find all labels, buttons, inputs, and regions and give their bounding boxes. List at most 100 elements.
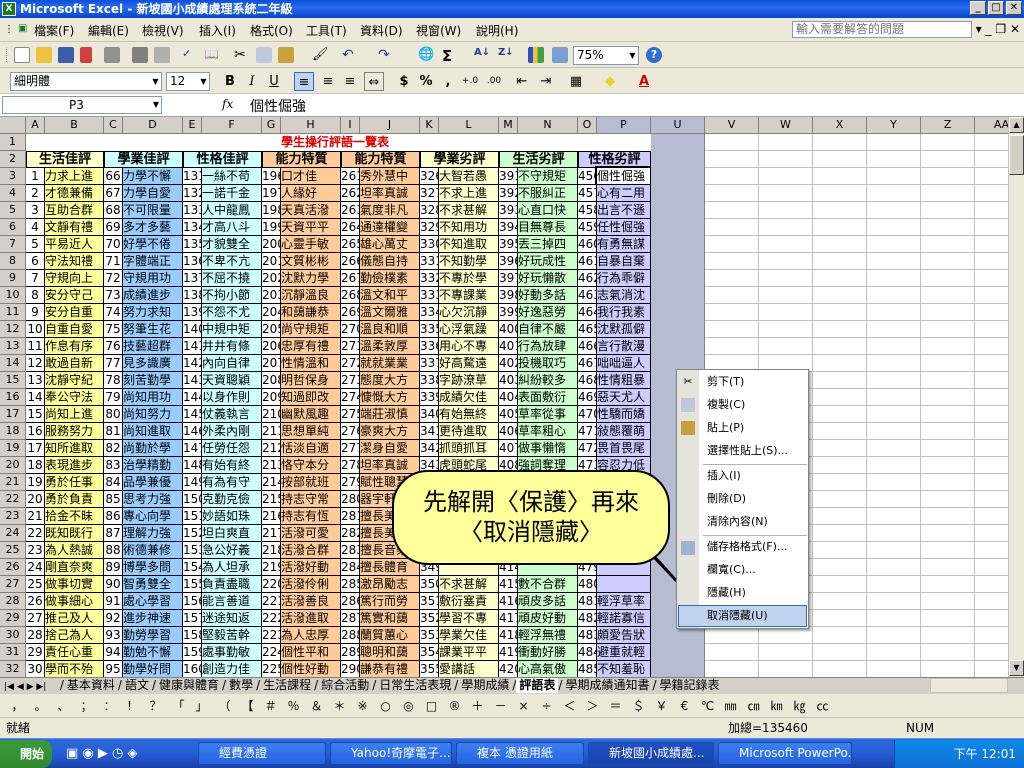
cell-number[interactable]: 82 bbox=[104, 440, 123, 457]
cell-number[interactable]: 148 bbox=[183, 457, 202, 474]
cell-number[interactable]: 216 bbox=[262, 508, 281, 525]
cell-number[interactable]: 471 bbox=[578, 423, 597, 440]
cell-number[interactable]: 202 bbox=[262, 270, 281, 287]
column-header[interactable]: M bbox=[499, 117, 518, 134]
cell-comment[interactable]: 人緣好 bbox=[281, 185, 341, 202]
symbol-button[interactable]: ＋ bbox=[466, 694, 489, 717]
cell-comment[interactable]: 有為有守 bbox=[202, 474, 262, 491]
column-header[interactable]: G bbox=[262, 117, 281, 134]
symbol-button[interactable]: ￥ bbox=[650, 694, 673, 717]
cell-number[interactable]: 273 bbox=[341, 372, 360, 389]
cell-comment[interactable]: 有勇無謀 bbox=[597, 236, 651, 253]
cell-comment[interactable]: 用心不專 bbox=[439, 338, 499, 355]
align-center-icon[interactable]: ≡ bbox=[318, 72, 338, 91]
cell-number[interactable]: 92 bbox=[104, 610, 123, 627]
cell-comment[interactable]: 以身作則 bbox=[202, 389, 262, 406]
cell-number[interactable]: 416 bbox=[499, 593, 518, 610]
comma-button[interactable]: , bbox=[438, 72, 458, 91]
cell-comment[interactable]: 性情溫和 bbox=[281, 355, 341, 372]
empty-column[interactable] bbox=[975, 134, 1010, 677]
cell-number[interactable]: 461 bbox=[578, 253, 597, 270]
symbol-button[interactable]: × bbox=[512, 694, 535, 717]
cell-comment[interactable]: 頗愛告狀 bbox=[597, 627, 651, 644]
cell-number[interactable]: 75 bbox=[104, 321, 123, 338]
cell-number[interactable]: 17 bbox=[26, 440, 45, 457]
row-header[interactable]: 3 bbox=[0, 168, 26, 185]
cell-number[interactable]: 263 bbox=[341, 202, 360, 219]
column-header[interactable]: U bbox=[651, 117, 705, 134]
cell-comment[interactable]: 坦白爽直 bbox=[202, 525, 262, 542]
cell-comment[interactable]: 性驕而嬌 bbox=[597, 406, 651, 423]
cell-number[interactable]: 353 bbox=[420, 627, 439, 644]
email-icon[interactable] bbox=[104, 47, 120, 63]
row-header[interactable]: 1 bbox=[0, 134, 26, 151]
cell-number[interactable]: 214 bbox=[262, 474, 281, 491]
quick-launch-icons[interactable]: ▣ ◉ ▶ ◷ ◈ bbox=[66, 746, 138, 761]
cell-comment[interactable]: 平易近人 bbox=[45, 236, 104, 253]
cell-number[interactable]: 9 bbox=[26, 304, 45, 321]
cell-number[interactable]: 465 bbox=[578, 321, 597, 338]
cell-number[interactable]: 93 bbox=[104, 627, 123, 644]
cell-comment[interactable]: 篤實和藹 bbox=[360, 610, 420, 627]
sheet-tab[interactable]: 健康與體育 bbox=[156, 678, 222, 693]
cell-comment[interactable]: 內向自律 bbox=[202, 355, 262, 372]
bold-button[interactable]: B bbox=[220, 72, 240, 91]
cell-comment[interactable]: 溫文和平 bbox=[360, 287, 420, 304]
cell-comment[interactable]: 行為放肆 bbox=[518, 338, 578, 355]
cell-number[interactable]: 279 bbox=[341, 474, 360, 491]
sheet-tab[interactable]: 學籍記錄表 bbox=[657, 678, 723, 693]
cell-comment[interactable]: 克勤克儉 bbox=[202, 491, 262, 508]
redo-icon[interactable]: ↷ bbox=[378, 47, 394, 63]
cell-number[interactable]: 274 bbox=[341, 389, 360, 406]
cell-number[interactable]: 335 bbox=[420, 321, 439, 338]
cell-number[interactable]: 139 bbox=[183, 304, 202, 321]
cell-number[interactable]: 396 bbox=[499, 253, 518, 270]
cell-comment[interactable]: 忠厚有禮 bbox=[281, 338, 341, 355]
cell-comment[interactable]: 力學不懈 bbox=[123, 168, 183, 185]
cell-number[interactable]: 460 bbox=[578, 236, 597, 253]
empty-column[interactable] bbox=[813, 134, 867, 677]
cell-number[interactable]: 275 bbox=[341, 406, 360, 423]
sheet-tab[interactable]: 日常生活表現 bbox=[376, 678, 454, 693]
cell-comment[interactable]: 活潑進取 bbox=[281, 610, 341, 627]
cell-comment[interactable]: 文靜有禮 bbox=[45, 219, 104, 236]
maximize-button[interactable]: □ bbox=[988, 1, 1004, 15]
cell-comment[interactable]: 天資平平 bbox=[281, 219, 341, 236]
spreadsheet-grid[interactable]: 學生操行評語一覽表 A B C D E F G H I J K L M N O P U V W X Y Z AA 1 2 3 4 5 6… bbox=[0, 117, 1010, 677]
cell-number[interactable]: 156 bbox=[183, 593, 202, 610]
cell-comment[interactable]: 妙語如珠 bbox=[202, 508, 262, 525]
cell-comment[interactable]: 秀外慧中 bbox=[360, 168, 420, 185]
cell-comment[interactable]: 謙恭有禮 bbox=[360, 661, 420, 677]
new-icon[interactable] bbox=[14, 47, 30, 63]
document-window-buttons[interactable]: ▾ _ ❐ ✕ bbox=[976, 22, 1020, 36]
menu-format[interactable]: 格式(O) bbox=[250, 22, 293, 39]
cell-number[interactable]: 135 bbox=[183, 236, 202, 253]
cell-comment[interactable]: 安分守己 bbox=[45, 287, 104, 304]
cell-comment[interactable]: 自暴自棄 bbox=[597, 253, 651, 270]
font-color-icon[interactable]: A bbox=[634, 72, 654, 91]
cell-number[interactable]: 220 bbox=[262, 576, 281, 593]
cell-number[interactable]: 71 bbox=[104, 253, 123, 270]
row-header[interactable]: 13 bbox=[0, 338, 26, 355]
sheet-tab[interactable]: 基本資料 bbox=[64, 678, 118, 693]
menu-file[interactable]: 檔案(F) bbox=[34, 22, 74, 39]
column-header[interactable]: P bbox=[597, 117, 651, 134]
symbol-button[interactable]: （ bbox=[213, 694, 236, 717]
column-header[interactable]: X bbox=[813, 117, 867, 134]
cell-comment[interactable]: 學業欠佳 bbox=[439, 627, 499, 644]
menu-hide[interactable]: 隱藏(H) bbox=[707, 583, 746, 603]
cell-comment[interactable]: 做事懶惰 bbox=[518, 440, 578, 457]
cell-number[interactable]: 215 bbox=[262, 491, 281, 508]
cell-number[interactable]: 285 bbox=[341, 576, 360, 593]
cell-comment[interactable]: 丟三掉四 bbox=[518, 236, 578, 253]
cell-comment[interactable]: 不求甚解 bbox=[439, 576, 499, 593]
cell-number[interactable]: 136 bbox=[183, 253, 202, 270]
row-header[interactable]: 18 bbox=[0, 423, 26, 440]
row-header[interactable]: 29 bbox=[0, 610, 26, 627]
cell-number[interactable]: 86 bbox=[104, 508, 123, 525]
insert-function-icon[interactable]: fx bbox=[222, 97, 233, 111]
column-header[interactable]: O bbox=[578, 117, 597, 134]
symbol-button[interactable]: ， bbox=[6, 694, 29, 717]
cell-comment[interactable]: 人中龍鳳 bbox=[202, 202, 262, 219]
cell-number[interactable]: 8 bbox=[26, 287, 45, 304]
